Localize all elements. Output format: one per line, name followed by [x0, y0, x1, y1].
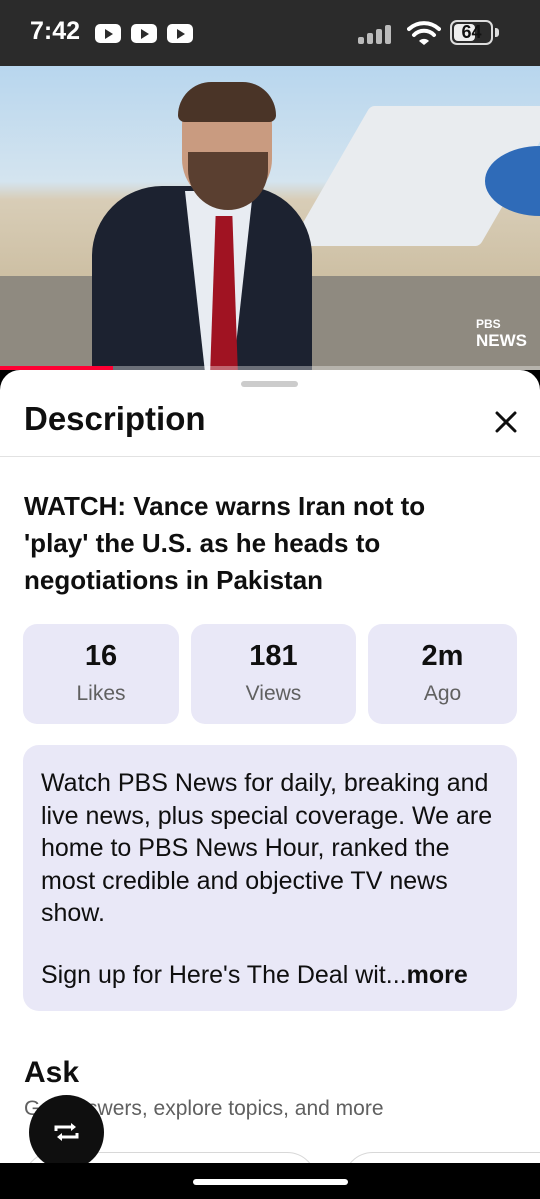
description-box[interactable]: Watch PBS News for daily, breaking and l…	[23, 745, 517, 1011]
status-time: 7:42	[30, 17, 81, 45]
youtube-icon	[131, 24, 157, 43]
pbs-news-logo: PBS NEWS	[476, 317, 527, 350]
likes-label: Likes	[76, 682, 126, 705]
drag-handle[interactable]	[241, 381, 298, 387]
likes-stat: 16 Likes	[23, 624, 179, 724]
video-title: WATCH: Vance warns Iran not to 'play' th…	[24, 491, 426, 595]
views-label: Views	[245, 682, 302, 705]
age-label: Ago	[423, 682, 462, 705]
video-subject	[178, 82, 276, 122]
description-last-line: Sign up for Here's The Deal wit...	[41, 961, 407, 989]
battery-icon: 64	[450, 20, 493, 45]
views-count: 181	[249, 640, 298, 672]
likes-count: 16	[84, 640, 118, 672]
video-player[interactable]: PBS NEWS	[0, 66, 540, 370]
divider	[0, 456, 540, 457]
battery-level: 64	[461, 22, 482, 42]
ask-title: Ask	[24, 1056, 80, 1089]
close-icon[interactable]	[486, 402, 526, 442]
youtube-icon	[167, 24, 193, 43]
age-stat: 2m Ago	[368, 624, 517, 724]
age-value: 2m	[421, 640, 464, 672]
battery-nub	[495, 28, 499, 37]
description-sheet: Description WATCH: Vance warns Iran not …	[0, 370, 540, 1199]
description-truncated-line: Sign up for Here's The Deal wit...more	[41, 961, 468, 990]
more-button[interactable]: more	[407, 961, 468, 989]
home-indicator[interactable]	[193, 1179, 348, 1185]
cellular-signal-icon	[358, 24, 398, 44]
status-bar: 7:42 64	[0, 0, 540, 66]
wifi-icon	[407, 21, 441, 45]
repeat-button[interactable]	[29, 1095, 104, 1170]
sheet-title: Description	[24, 400, 206, 437]
views-stat: 181 Views	[191, 624, 356, 724]
youtube-icon	[95, 24, 121, 43]
description-text: Watch PBS News for daily, breaking and l…	[41, 769, 493, 928]
repeat-icon	[54, 1123, 79, 1141]
